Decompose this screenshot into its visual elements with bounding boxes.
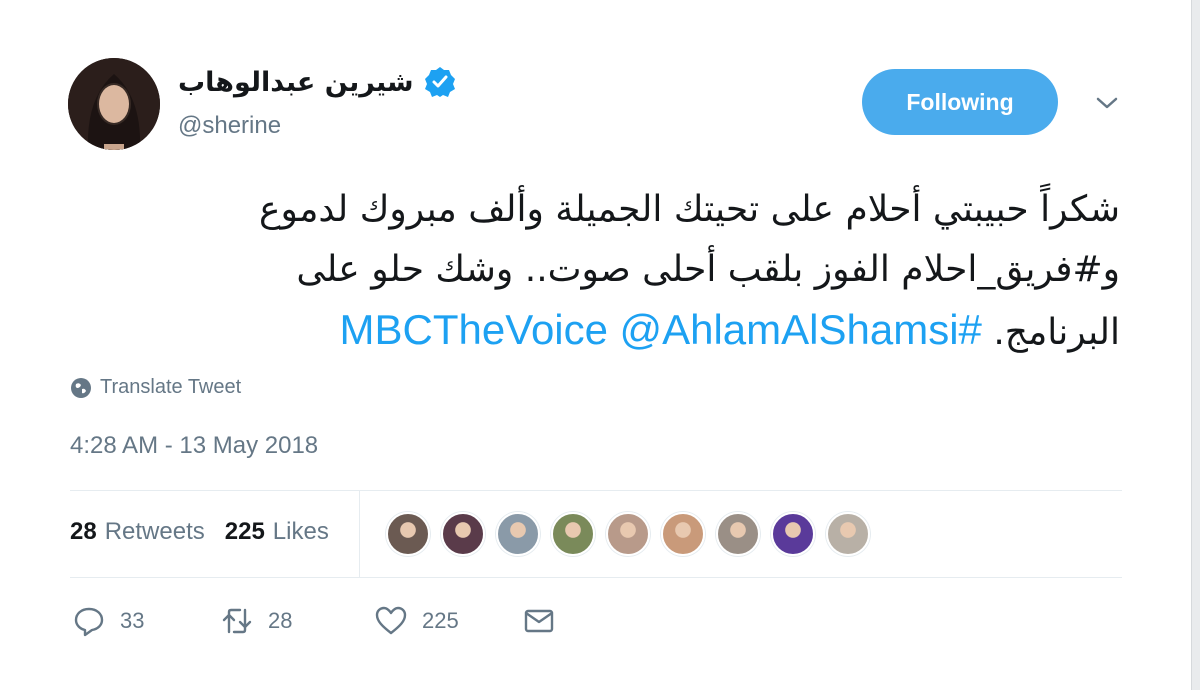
translate-label[interactable]: Translate Tweet <box>100 376 241 399</box>
liker-avatar[interactable] <box>606 512 650 556</box>
like-button[interactable]: 225 <box>374 604 522 638</box>
mention-link[interactable]: @AhlamAlShamsi <box>619 306 958 353</box>
divider <box>359 490 360 577</box>
likes-count: 225 <box>224 518 265 545</box>
liker-avatar[interactable] <box>716 512 760 556</box>
author-handle[interactable]: @sherine <box>178 112 281 140</box>
tweet-timestamp[interactable]: 4:28 AM - 13 May 2018 <box>70 432 318 460</box>
tweet-text-fragment: البرنامج. <box>993 312 1120 353</box>
tweet-actions: 33 28 225 <box>72 604 556 638</box>
retweets-count: 28 <box>70 518 97 545</box>
reply-button[interactable]: 33 <box>72 604 220 638</box>
liker-avatar[interactable] <box>661 512 705 556</box>
tweet-text: شكراً حبيبتي أحلام على تحيتك الجميلة وأل… <box>120 180 1120 363</box>
tweet-text-line: و#فريق_احلام الفوز بلقب أحلى صوت.. وشك ح… <box>296 249 1120 290</box>
envelope-icon <box>524 609 554 633</box>
likes-stat[interactable]: 225 Likes <box>225 518 329 546</box>
tweet-text-line: شكراً حبيبتي أحلام على تحيتك الجميلة وأل… <box>259 189 1120 230</box>
following-button[interactable]: Following <box>862 69 1058 135</box>
liker-avatars <box>386 512 870 556</box>
retweet-button[interactable]: 28 <box>220 604 374 638</box>
retweets-stat[interactable]: 28 Retweets <box>70 518 205 546</box>
translate-tweet-link[interactable]: Translate Tweet <box>70 376 241 399</box>
chevron-down-icon[interactable] <box>1094 92 1120 114</box>
display-name-text[interactable]: شيرين عبدالوهاب <box>178 67 414 98</box>
retweet-count: 28 <box>268 608 293 633</box>
likes-label: Likes <box>272 518 329 545</box>
tweet-text-line: البرنامج. #MBCTheVoice @AhlamAlShamsi <box>120 300 1120 363</box>
liker-avatar[interactable] <box>386 512 430 556</box>
author-name[interactable]: شيرين عبدالوهاب <box>178 62 456 102</box>
heart-icon <box>375 606 407 635</box>
tweet-stats: 28 Retweets 225 Likes <box>70 518 329 546</box>
reply-icon <box>74 607 104 637</box>
liker-avatar[interactable] <box>826 512 870 556</box>
divider <box>70 490 1122 491</box>
divider <box>70 577 1122 578</box>
globe-icon <box>71 377 91 398</box>
window-edge <box>1191 0 1200 690</box>
reply-count: 33 <box>120 608 145 633</box>
liker-avatar[interactable] <box>496 512 540 556</box>
liker-avatar[interactable] <box>771 512 815 556</box>
verified-badge-icon <box>424 67 455 97</box>
direct-message-button[interactable] <box>522 604 556 638</box>
like-count: 225 <box>422 608 459 633</box>
liker-avatar[interactable] <box>441 512 485 556</box>
retweets-label: Retweets <box>104 518 205 545</box>
author-avatar[interactable] <box>68 58 160 150</box>
liker-avatar[interactable] <box>551 512 595 556</box>
retweet-icon <box>222 608 252 634</box>
